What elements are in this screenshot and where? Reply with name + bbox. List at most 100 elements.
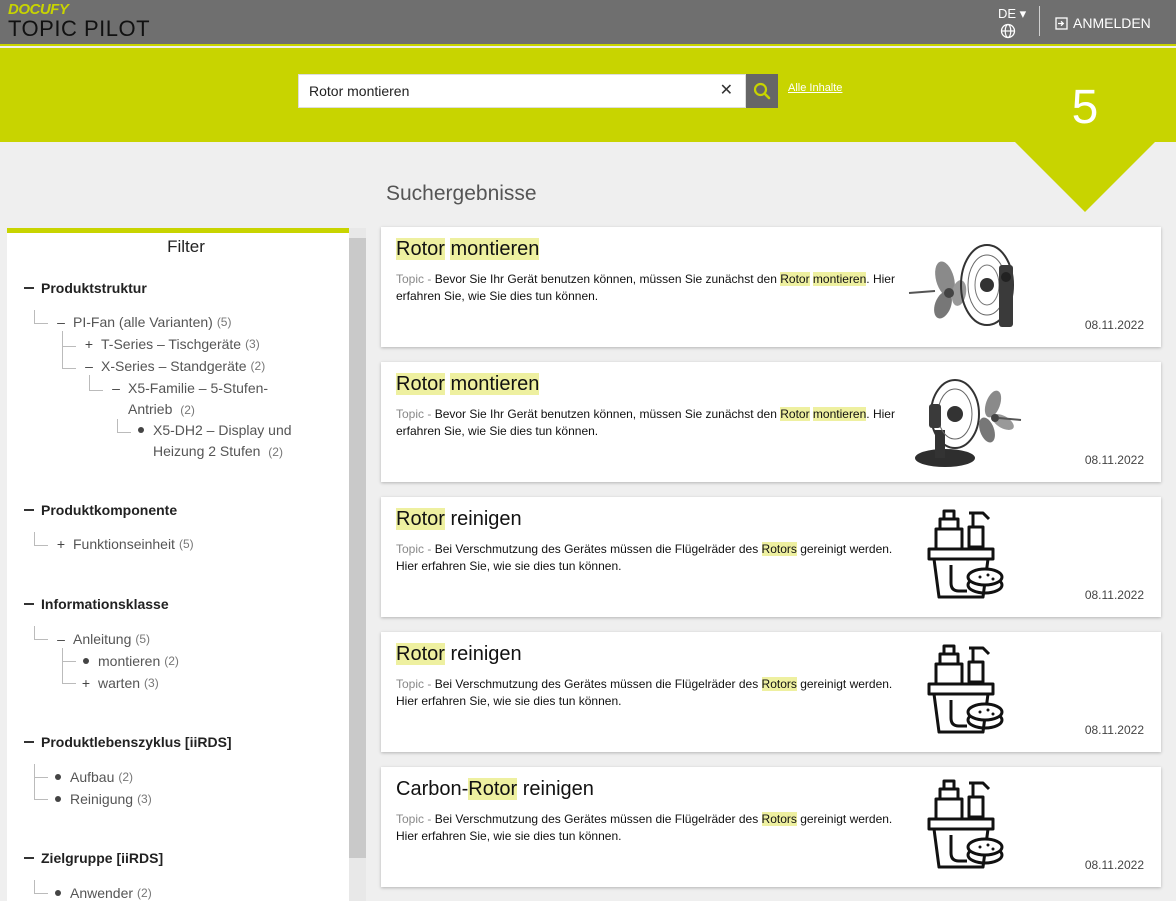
- logo-brand: DOCUFY: [8, 1, 69, 18]
- filter-node-aufbau[interactable]: Aufbau (2): [52, 767, 133, 788]
- search-input[interactable]: [299, 75, 699, 107]
- filter-node-label: X5-DH2 – Display und: [153, 422, 292, 438]
- language-label: DE: [998, 6, 1017, 21]
- filter-group-informationsklasse[interactable]: Informationsklasse: [24, 596, 169, 612]
- login-label: ANMELDEN: [1073, 15, 1151, 31]
- filter-node-x-series[interactable]: – X-Series – Standgeräte (2): [83, 356, 265, 377]
- title-text: Carbon-: [396, 778, 469, 800]
- scrollbar-thumb[interactable]: [349, 238, 366, 858]
- title-text: reinigen: [444, 508, 522, 530]
- result-title[interactable]: Rotor montieren: [396, 238, 540, 261]
- filter-node-label: X-Series – Standgeräte: [101, 358, 247, 374]
- result-date: 08.11.2022: [1084, 318, 1144, 332]
- filter-group-produktlebenszyklus[interactable]: Produktlebenszyklus [iiRDS]: [24, 734, 232, 750]
- desc-text: Bevor Sie Ihr Gerät benutzen können, müs…: [434, 272, 781, 286]
- filter-node-t-series[interactable]: + T-Series – Tischgeräte (3): [83, 334, 260, 355]
- desc-highlight: montieren: [812, 407, 867, 421]
- filter-node-reinigung[interactable]: Reinigung (3): [52, 789, 152, 810]
- filter-node-label: Anwender: [70, 885, 134, 901]
- filter-node-label: Anleitung: [73, 631, 132, 647]
- title-highlight: Rotor: [396, 238, 445, 260]
- wall-fan-icon: [908, 244, 1014, 327]
- filter-node-label: Reinigung: [70, 791, 134, 807]
- filter-node-funktionseinheit[interactable]: + Funktionseinheit (5): [55, 534, 194, 555]
- bullet-icon: [138, 427, 144, 433]
- filter-node-x5-dh2[interactable]: X5-DH2 – Display und Heizung 2 Stufen (2…: [135, 420, 315, 463]
- desc-highlight: Rotor: [780, 407, 810, 421]
- result-title[interactable]: Rotor montieren: [396, 373, 540, 396]
- filter-node-label-line2: Antrieb: [128, 401, 173, 417]
- collapse-icon: –: [112, 380, 120, 396]
- filter-node-count: (2): [164, 654, 179, 668]
- clear-icon[interactable]: ✕: [720, 83, 733, 99]
- filter-group-title: Produktkomponente: [41, 502, 178, 518]
- filter-title: Filter: [167, 237, 205, 256]
- top-bar: DOCUFY TOPIC PILOT DE ▾ ANMELDEN: [0, 0, 1176, 46]
- filter-node-label: X5-Familie – 5-Stufen-: [128, 380, 269, 396]
- bullet-icon: [55, 774, 61, 780]
- filter-node-label: Aufbau: [70, 769, 115, 785]
- login-button[interactable]: ANMELDEN: [1055, 15, 1151, 31]
- desc-highlight: Rotors: [761, 677, 797, 691]
- collapse-icon: –: [57, 314, 65, 330]
- filter-node-montieren[interactable]: montieren (2): [80, 651, 179, 672]
- collapse-icon: [24, 741, 34, 743]
- filter-node-x5-familie[interactable]: – X5-Familie – 5-Stufen- Antrieb (2): [110, 378, 290, 421]
- header-divider: [1039, 6, 1040, 36]
- docufy-logo[interactable]: DOCUFY TOPIC PILOT: [8, 2, 150, 41]
- result-type: Topic: [396, 407, 425, 421]
- filter-group-title: Zielgruppe [iiRDS]: [41, 850, 164, 866]
- result-card[interactable]: Rotor montieren Topic - Bevor Sie Ihr Ge…: [381, 227, 1161, 347]
- desc-text: Bei Verschmutzung des Gerätes müssen die…: [434, 812, 762, 826]
- title-highlight: Rotor: [396, 373, 445, 395]
- search-button[interactable]: [746, 74, 778, 108]
- filter-node-label-line2: Heizung 2 Stufen: [153, 443, 261, 459]
- title-highlight: montieren: [450, 238, 540, 260]
- result-description: Topic - Bei Verschmutzung des Gerätes mü…: [396, 811, 896, 845]
- filter-group-zielgruppe[interactable]: Zielgruppe [iiRDS]: [24, 850, 163, 866]
- desc-highlight: montieren: [812, 272, 867, 286]
- filter-node-count: (2): [250, 359, 266, 373]
- logo-product: TOPIC PILOT: [8, 16, 151, 41]
- filter-node-warten[interactable]: + warten (3): [80, 673, 159, 694]
- expand-icon: +: [84, 336, 94, 352]
- result-card[interactable]: Rotor montieren Topic - Bevor Sie Ihr Ge…: [381, 362, 1161, 482]
- result-title[interactable]: Rotor reinigen: [396, 643, 522, 666]
- filter-node-pi-fan[interactable]: – PI-Fan (alle Varianten) (5): [55, 312, 231, 333]
- result-card[interactable]: Carbon-Rotor reinigen Topic - Bei Versch…: [381, 767, 1161, 887]
- result-title[interactable]: Rotor reinigen: [396, 508, 522, 531]
- search-box: ✕: [298, 74, 746, 108]
- tree-connector: [89, 375, 103, 391]
- filter-group-produktkomponente[interactable]: Produktkomponente: [24, 502, 177, 518]
- language-switcher[interactable]: DE ▾: [998, 6, 1026, 39]
- title-highlight: Rotor: [396, 643, 445, 665]
- result-title[interactable]: Carbon-Rotor reinigen: [396, 778, 594, 801]
- filter-group-produktstruktur[interactable]: Produktstruktur: [24, 280, 147, 296]
- result-card[interactable]: Rotor reinigen Topic - Bei Verschmutzung…: [381, 497, 1161, 617]
- tree-connector: [34, 880, 48, 894]
- result-card[interactable]: Rotor reinigen Topic - Bei Verschmutzung…: [381, 632, 1161, 752]
- filter-node-count: (5): [135, 632, 151, 646]
- result-date: 08.11.2022: [1084, 723, 1144, 737]
- filter-node-anleitung[interactable]: – Anleitung (5): [55, 629, 150, 650]
- all-content-link[interactable]: Alle Inhalte: [788, 82, 842, 94]
- filter-group-title: Produktstruktur: [41, 280, 147, 296]
- search-icon: [753, 82, 771, 100]
- filter-node-count: (2): [118, 770, 134, 784]
- type-separator: -: [424, 542, 435, 556]
- filter-scrollbar[interactable]: [349, 228, 366, 901]
- expand-icon: +: [56, 536, 66, 552]
- desc-highlight: Rotors: [761, 542, 797, 556]
- caret-down-icon: ▾: [1016, 6, 1027, 21]
- filter-node-anwender[interactable]: Anwender (2): [52, 883, 152, 901]
- filter-group-title: Informationsklasse: [41, 596, 169, 612]
- filter-node-count: (5): [178, 537, 194, 551]
- filter-node-label: montieren: [98, 653, 161, 669]
- collapse-icon: –: [85, 358, 93, 374]
- tree-connector: [117, 419, 131, 433]
- filter-node-count: (2): [180, 403, 195, 417]
- cleaning-icon: [927, 644, 1004, 734]
- bullet-icon: [55, 890, 61, 896]
- tree-connector: [34, 310, 48, 324]
- result-description: Topic - Bei Verschmutzung des Gerätes mü…: [396, 676, 896, 710]
